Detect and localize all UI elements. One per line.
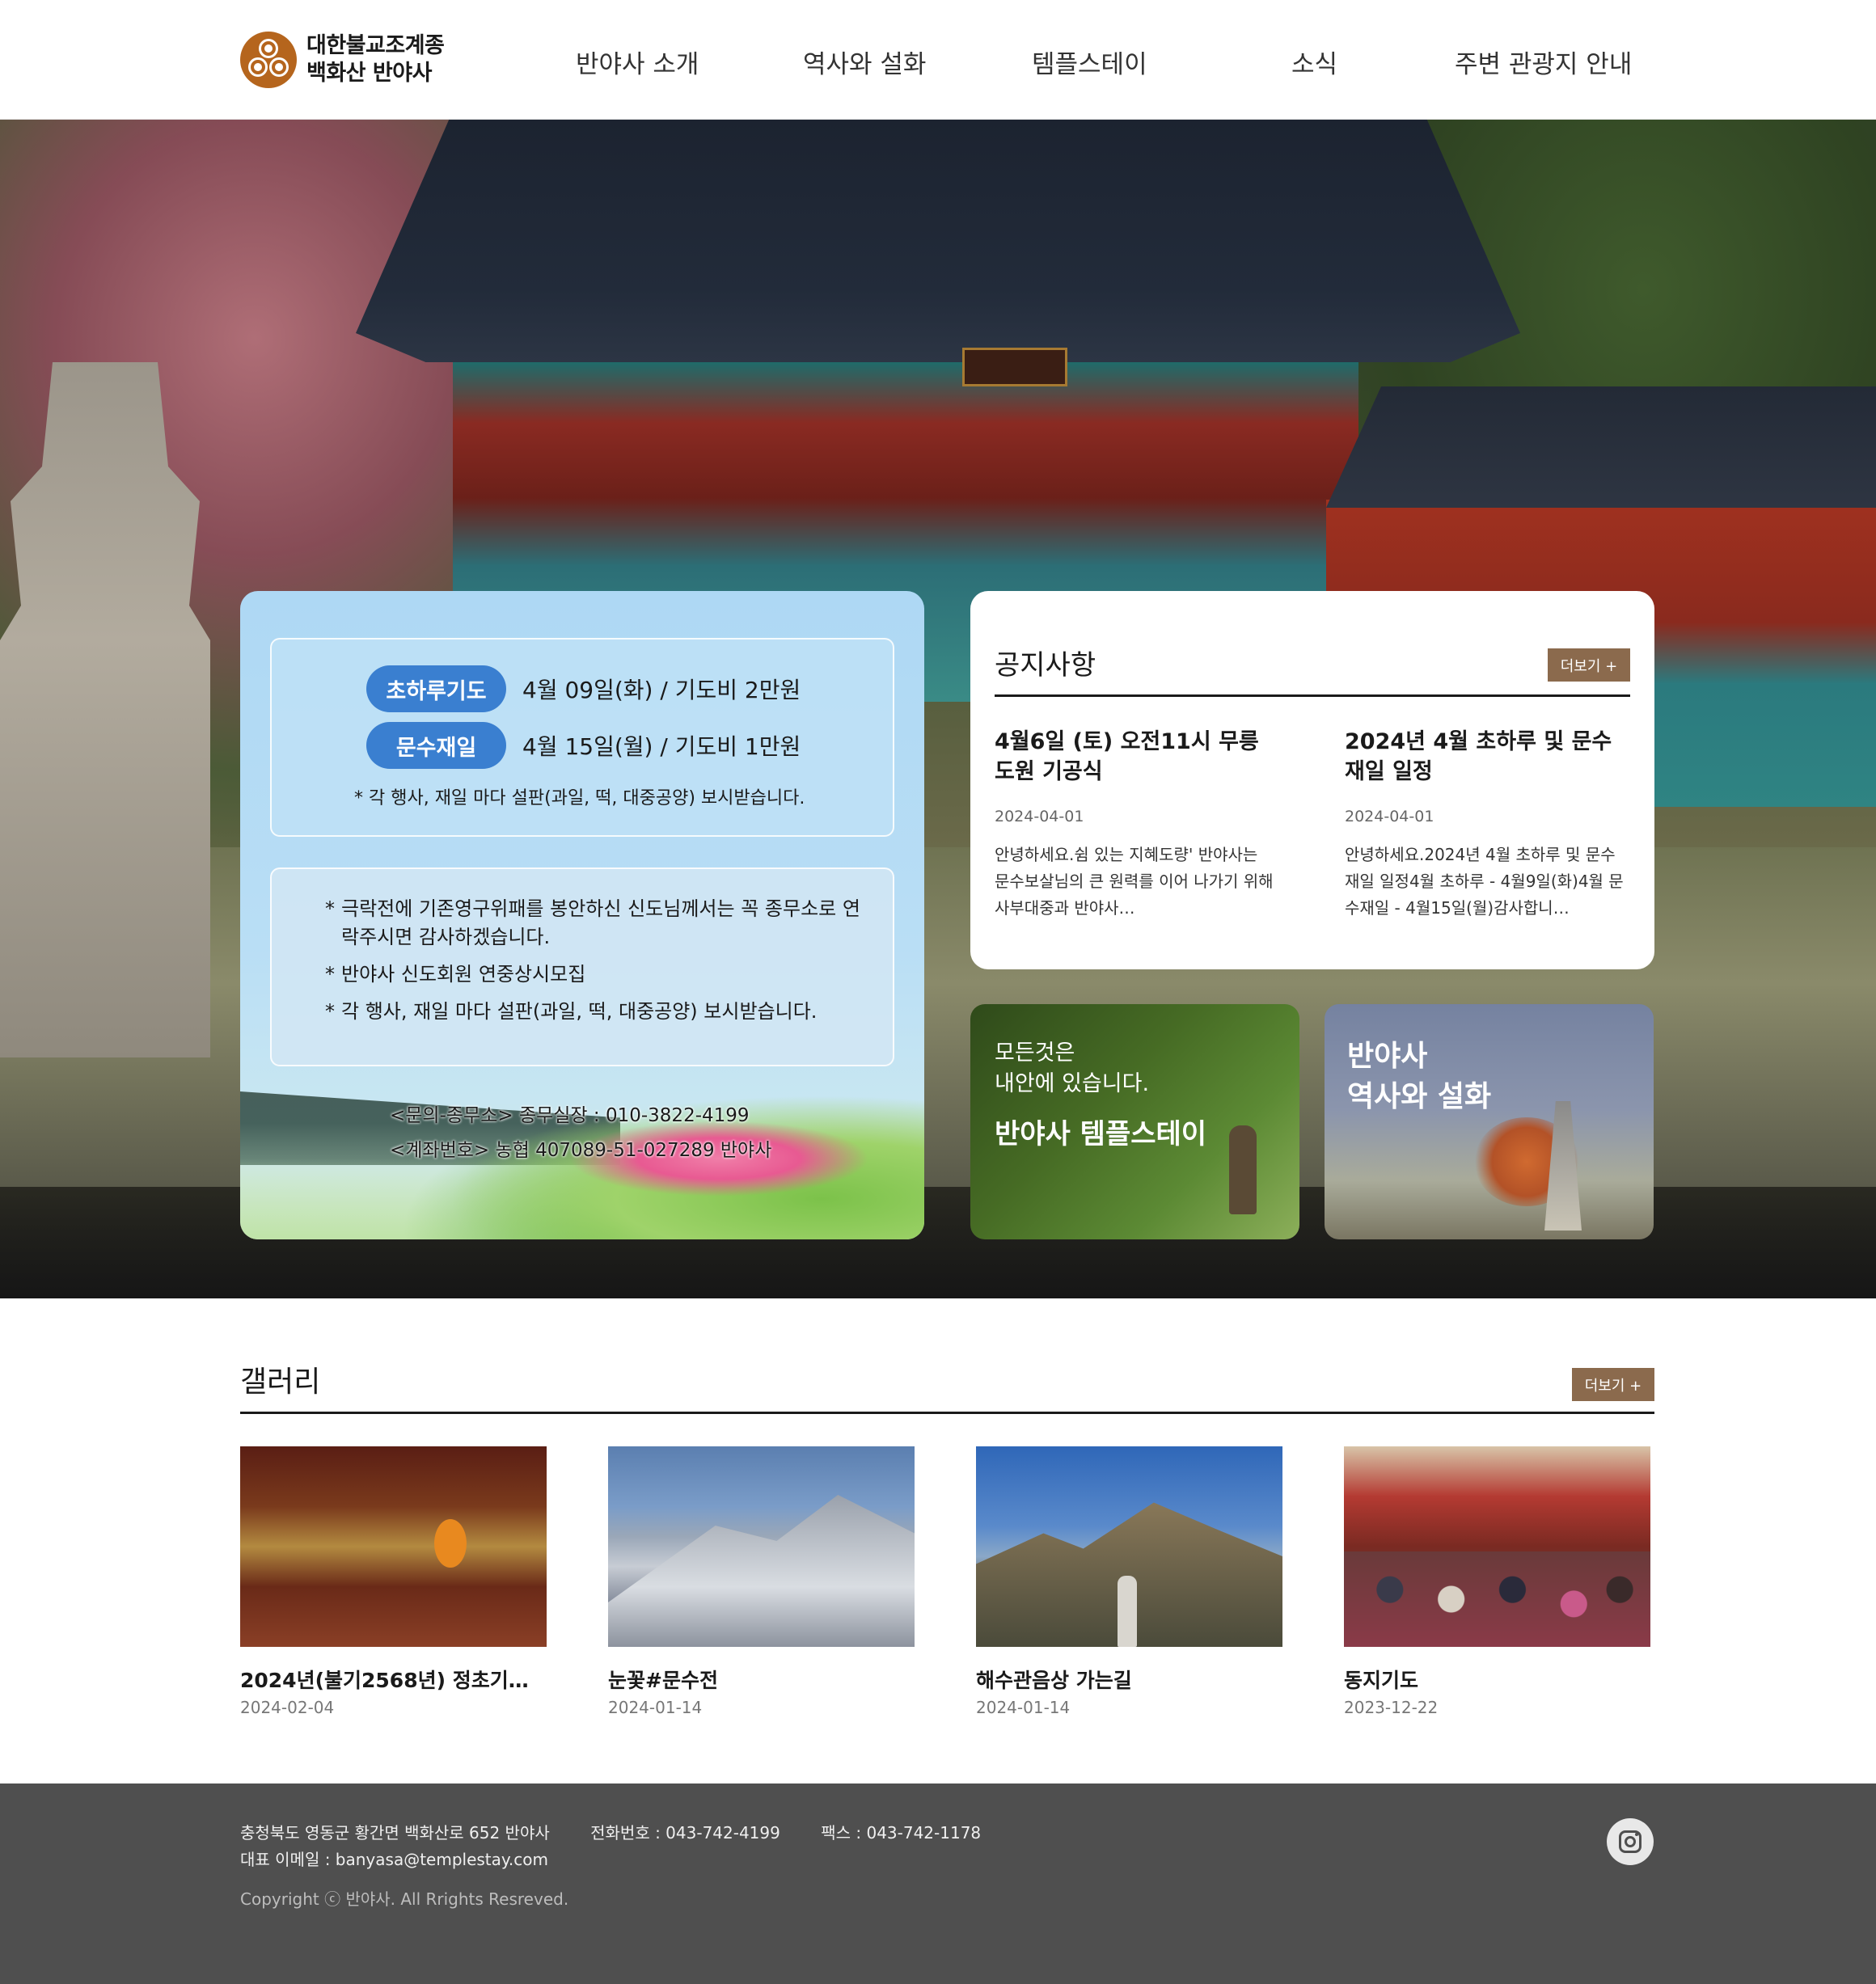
walking-figure-illustration (1229, 1125, 1257, 1214)
footer-address: 충청북도 영동군 황간면 백화산로 652 반야사 (240, 1823, 550, 1843)
notice-item-date: 2024-04-01 (995, 808, 1084, 825)
gallery-item-title: 해수관음상 가는길 (976, 1669, 1132, 1692)
history-tile-title: 반야사 역사와 설화 (1347, 1040, 1492, 1113)
footer-contact-row: 충청북도 영동군 황간면 백화산로 652 반야사 전화번호 : 043-742… (240, 1820, 1016, 1843)
notice-item[interactable]: 4월6일 (토) 오전11시 무릉도원 기공식 2024-04-01 안녕하세요… (995, 727, 1278, 918)
gallery-item-date: 2023-12-22 (1344, 1698, 1439, 1717)
gallery-item-date: 2024-01-14 (608, 1698, 703, 1717)
event-row: 문수재일 4월 15일(월) / 기도비 1만원 (366, 722, 801, 769)
event-contact-account: <계좌번호> 농협 407089-51-027289 반야사 (390, 1140, 772, 1161)
gallery-thumbnail (1344, 1446, 1650, 1647)
gallery-item-date: 2024-01-14 (976, 1698, 1071, 1717)
event-row: 초하루기도 4월 09일(화) / 기도비 2만원 (366, 665, 801, 712)
notice-item-title: 4월6일 (토) 오전11시 무릉도원 기공식 (995, 729, 1259, 784)
event-row-text: 4월 15일(월) / 기도비 1만원 (522, 733, 801, 760)
gallery-thumbnail (240, 1446, 547, 1647)
gallery-title: 갤러리 (240, 1366, 321, 1399)
event-contact: <문의-종무소> 종무실장 : 010-3822-4199 <계좌번호> 농협 … (390, 1099, 771, 1168)
templestay-tile-title: 반야사 템플스테이 (995, 1118, 1207, 1150)
gallery-thumbnail (976, 1446, 1282, 1647)
notice-card: 공지사항 더보기 + 4월6일 (토) 오전11시 무릉도원 기공식 2024-… (970, 591, 1654, 969)
event-note: * 각 행사, 재일 마다 설판(과일, 떡, 대중공양) 보시받습니다. (354, 788, 805, 808)
gallery-item-date: 2024-02-04 (240, 1698, 335, 1717)
notice-divider (995, 694, 1630, 697)
pagoda-illustration (1544, 1101, 1582, 1231)
history-tile[interactable]: 반야사 역사와 설화 (1325, 1004, 1654, 1239)
event-schedule-box: 초하루기도 4월 09일(화) / 기도비 2만원 문수재일 4월 15일(월)… (270, 638, 894, 837)
gallery-item[interactable]: 2024년(불기2568년) 정초기도 및 신중기도 2024-02-04 (240, 1446, 547, 1717)
hero-side-roof (1326, 386, 1876, 508)
gallery-item-title: 2024년(불기2568년) 정초기도 및 신중기도 (240, 1669, 547, 1692)
gallery-item[interactable]: 동지기도 2023-12-22 (1344, 1446, 1650, 1717)
gallery-item[interactable]: 해수관음상 가는길 2024-01-14 (976, 1446, 1282, 1717)
nav-item-about[interactable]: 반야사 소개 (576, 44, 699, 80)
site-footer: 충청북도 영동군 황간면 백화산로 652 반야사 전화번호 : 043-742… (0, 1783, 1876, 1984)
hero-signboard (962, 348, 1067, 386)
templestay-tile-subtitle: 모든것은 내안에 있습니다. (995, 1041, 1150, 1096)
notice-item[interactable]: 2024년 4월 초하루 및 문수재일 일정 2024-04-01 안녕하세요.… (1345, 727, 1628, 918)
notice-title: 공지사항 (995, 649, 1096, 682)
templestay-tile[interactable]: 모든것은 내안에 있습니다. 반야사 템플스테이 (970, 1004, 1299, 1239)
nav-item-news[interactable]: 소식 (1291, 44, 1337, 80)
event-info-list: 극락전에 기존영구위패를 봉안하신 신도님께서는 꼭 종무소로 연락주시면 감사… (325, 895, 875, 1035)
nav-item-tourism[interactable]: 주변 관광지 안내 (1455, 44, 1632, 80)
main-nav: 반야사 소개 역사와 설화 템플스테이 소식 주변 관광지 안내 (0, 44, 1876, 79)
site-header: 대한불교조계종 백화산 반야사 반야사 소개 역사와 설화 템플스테이 소식 주… (0, 0, 1876, 120)
gallery-more-button[interactable]: 더보기 + (1572, 1368, 1654, 1401)
footer-phone: 전화번호 : 043-742-4199 (590, 1823, 780, 1843)
event-pill-choharu: 초하루기도 (366, 665, 506, 712)
event-info-item: 각 행사, 재일 마다 설판(과일, 떡, 대중공양) 보시받습니다. (325, 998, 875, 1026)
notice-more-button[interactable]: 더보기 + (1548, 648, 1630, 682)
hero-temple-roof (356, 120, 1520, 362)
event-contact-phone: <문의-종무소> 종무실장 : 010-3822-4199 (390, 1105, 750, 1126)
event-info-item: 반야사 신도회원 연중상시모집 (325, 960, 875, 989)
footer-copyright: Copyright ⓒ 반야사. All Rrights Resreved. (240, 1889, 569, 1909)
gallery-divider (240, 1412, 1654, 1414)
event-pill-munsu: 문수재일 (366, 722, 506, 769)
nav-item-templestay[interactable]: 템플스테이 (1032, 44, 1147, 80)
footer-email: 대표 이메일 : banyasa@templestay.com (240, 1850, 548, 1869)
gallery-item-title: 눈꽃#문수전 (608, 1669, 718, 1692)
event-info-box: 극락전에 기존영구위패를 봉안하신 신도님께서는 꼭 종무소로 연락주시면 감사… (270, 867, 894, 1066)
notice-item-date: 2024-04-01 (1345, 808, 1434, 825)
event-row-text: 4월 09일(화) / 기도비 2만원 (522, 677, 801, 703)
notice-item-body: 안녕하세요.쉼 있는 지혜도량' 반야사는 문수보살님의 큰 원력를 이어 나가… (995, 845, 1274, 918)
footer-fax: 팩스 : 043-742-1178 (821, 1823, 982, 1843)
nav-item-history[interactable]: 역사와 설화 (803, 44, 926, 80)
event-card: 초하루기도 4월 09일(화) / 기도비 2만원 문수재일 4월 15일(월)… (240, 591, 924, 1239)
notice-item-body: 안녕하세요.2024년 4월 초하루 및 문수재일 일정4월 초하루 - 4월9… (1345, 845, 1624, 918)
instagram-icon[interactable] (1607, 1818, 1654, 1865)
gallery-thumbnail (608, 1446, 915, 1647)
notice-item-title: 2024년 4월 초하루 및 문수재일 일정 (1345, 729, 1612, 784)
gallery-item-title: 동지기도 (1344, 1669, 1419, 1692)
event-info-item: 극락전에 기존영구위패를 봉안하신 신도님께서는 꼭 종무소로 연락주시면 감사… (325, 895, 875, 952)
gallery-item[interactable]: 눈꽃#문수전 2024-01-14 (608, 1446, 915, 1717)
